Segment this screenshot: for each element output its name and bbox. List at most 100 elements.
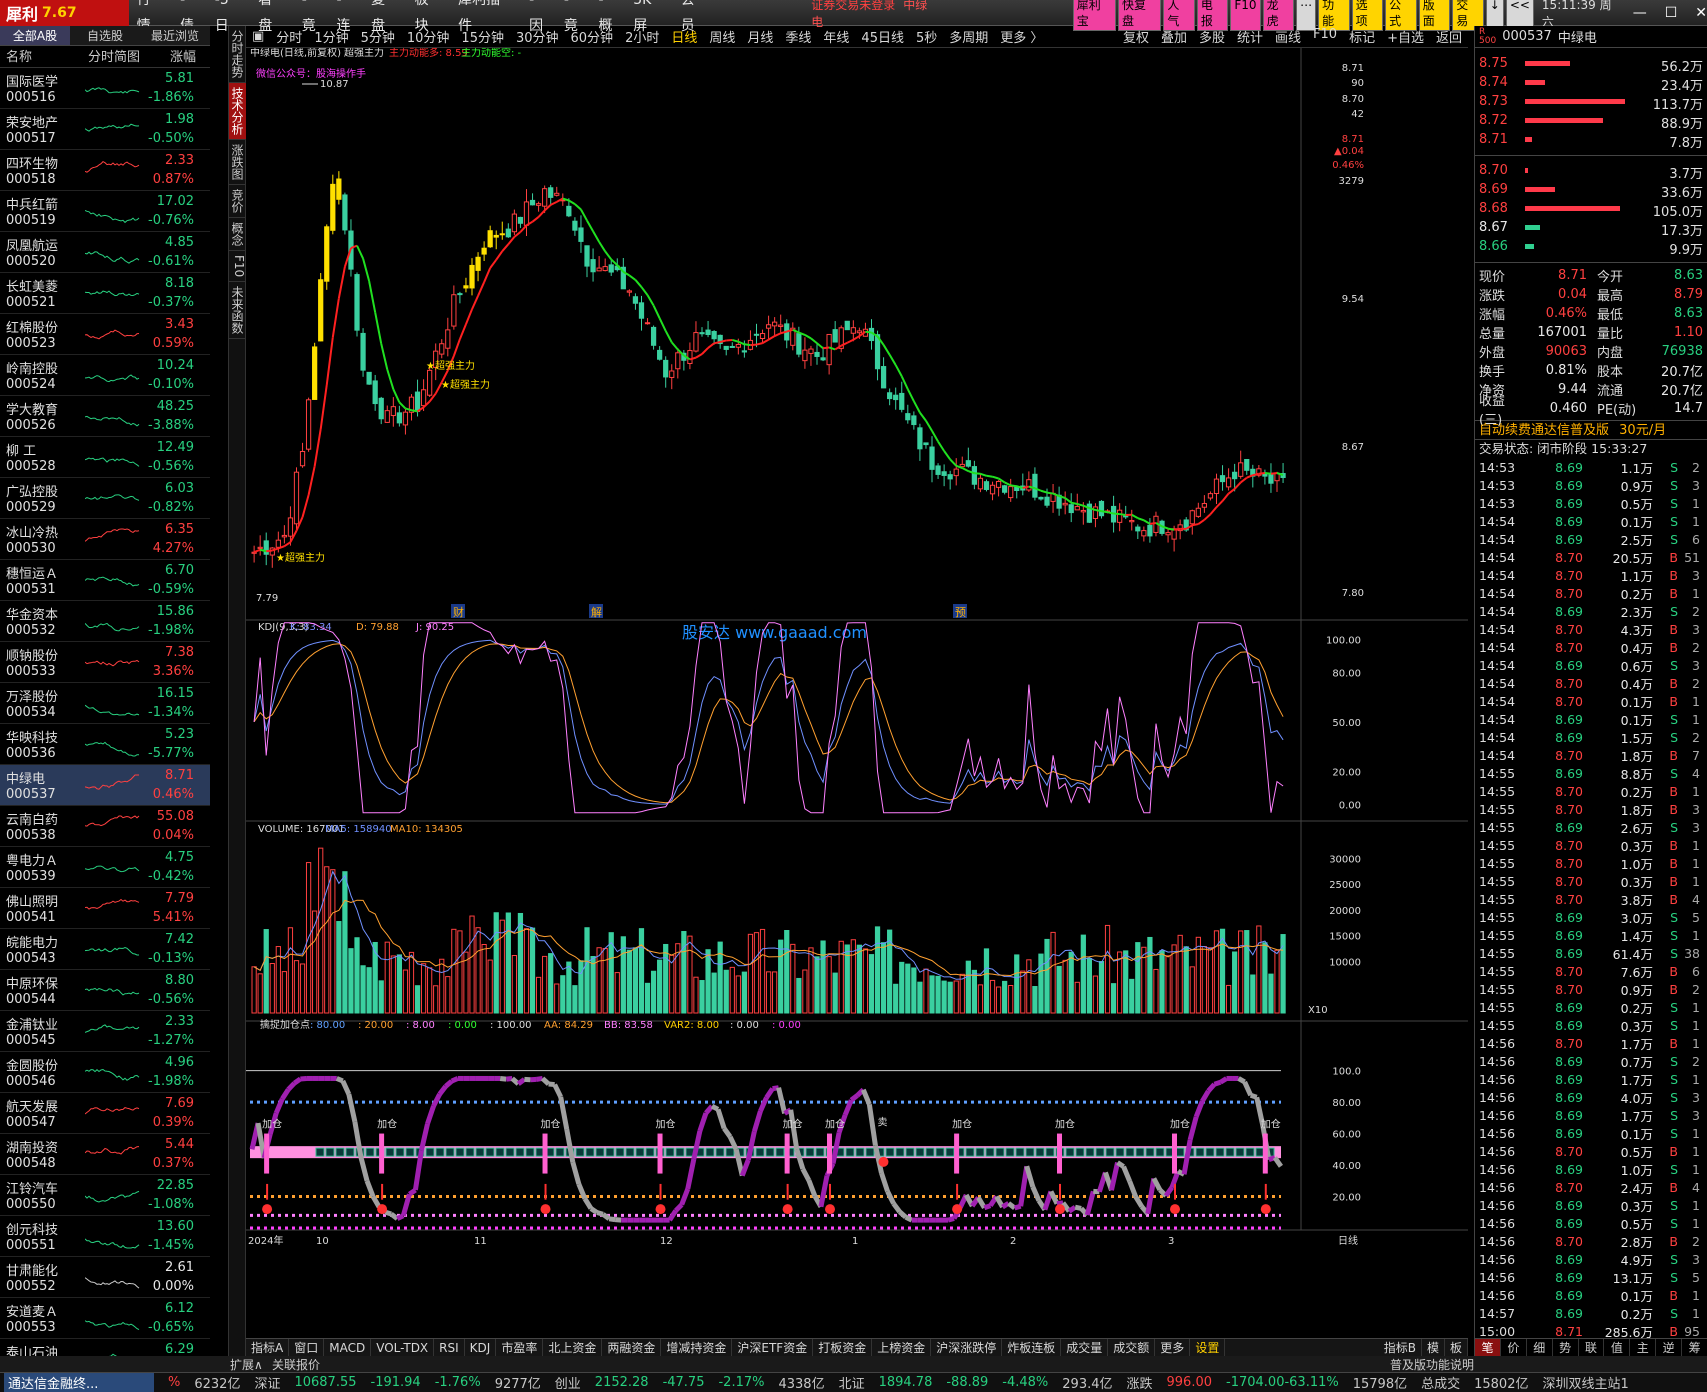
stock-row[interactable]: 冰山冷热 000530 6.35 4.27% bbox=[0, 519, 210, 560]
vtab-4[interactable]: 概念 bbox=[229, 218, 246, 251]
stock-row[interactable]: 荣安地产 000517 1.98 -0.50% bbox=[0, 109, 210, 150]
period-tab-16[interactable]: 更多 〉 bbox=[994, 27, 1049, 46]
bz-label[interactable]: 北证 bbox=[839, 1373, 865, 1392]
stock-row[interactable]: 长虹美菱 000521 8.18 -0.37% bbox=[0, 273, 210, 314]
indicator-tab-8[interactable]: 两融资金 bbox=[602, 1339, 662, 1356]
period-tab-4[interactable]: 15分钟 bbox=[455, 27, 510, 46]
period-tab-13[interactable]: 45日线 bbox=[855, 27, 910, 46]
sell-level[interactable]: 8.75 56.2万 bbox=[1475, 54, 1707, 75]
stock-row[interactable]: 金浦钛业 000545 2.33 -1.27% bbox=[0, 1011, 210, 1052]
indicator-tab-12[interactable]: 上榜资金 bbox=[872, 1339, 932, 1356]
chart-tool-2[interactable]: 多股 bbox=[1193, 27, 1231, 46]
stock-row[interactable]: 红棉股份 000523 3.43 0.59% bbox=[0, 314, 210, 355]
vtab-3[interactable]: 竞价 bbox=[229, 185, 246, 218]
indicator-tab-14[interactable]: 炸板连板 bbox=[1002, 1339, 1062, 1356]
indicator-tab-2[interactable]: MACD bbox=[324, 1339, 372, 1356]
period-tab-3[interactable]: 10分钟 bbox=[401, 27, 456, 46]
maximize-icon[interactable]: ☐ bbox=[1665, 5, 1678, 21]
chart-tool-6[interactable]: 标记 bbox=[1343, 27, 1381, 46]
col-mini[interactable]: 分时简图 bbox=[80, 46, 170, 67]
indicator-tab-10[interactable]: 沪深ETF资金 bbox=[732, 1339, 814, 1356]
indicator-tab-13[interactable]: 沪深涨跌停 bbox=[931, 1339, 1003, 1356]
stock-row[interactable]: 中兵红箭 000519 17.02 -0.76% bbox=[0, 191, 210, 232]
cy-label[interactable]: 创业 bbox=[555, 1373, 581, 1392]
chart-tool-7[interactable]: +自选 bbox=[1381, 27, 1430, 46]
minimize-icon[interactable]: — bbox=[1633, 5, 1647, 21]
chart-tool-1[interactable]: 叠加 bbox=[1155, 27, 1193, 46]
stock-row[interactable]: 华映科技 000536 5.23 -5.77% bbox=[0, 724, 210, 765]
period-tab-15[interactable]: 多周期 bbox=[943, 27, 994, 46]
stock-row[interactable]: 国际医学 000516 5.81 -1.86% bbox=[0, 68, 210, 109]
stock-row[interactable]: 华金资本 000532 15.86 -1.98% bbox=[0, 601, 210, 642]
indicator-tab-0[interactable]: 指标A bbox=[246, 1339, 290, 1356]
chart-area[interactable]: 中绿电(日线,前复权) 超强主力 主力动能多: 8.59主力动能空: - 微信公众号：… bbox=[246, 48, 1468, 1338]
stock-row[interactable]: 江铃汽车 000550 22.85 -1.08% bbox=[0, 1175, 210, 1216]
period-tab-11[interactable]: 季线 bbox=[779, 27, 817, 46]
stock-row[interactable]: 万泽股份 000534 16.15 -1.34% bbox=[0, 683, 210, 724]
server-site[interactable]: 深圳双线主站1 bbox=[1542, 1373, 1628, 1392]
right-tab-3[interactable]: 势 bbox=[1553, 1339, 1579, 1356]
period-tab-1[interactable]: 1分钟 bbox=[308, 27, 354, 46]
period-tab-5[interactable]: 30分钟 bbox=[510, 27, 565, 46]
right-tab-0[interactable]: 笔 bbox=[1475, 1339, 1501, 1356]
stock-row[interactable]: 皖能电力 000543 7.42 -0.13% bbox=[0, 929, 210, 970]
vtab-1[interactable]: 技术分析 bbox=[229, 83, 246, 140]
right-tab-6[interactable]: 主 bbox=[1630, 1339, 1657, 1356]
stock-row[interactable]: 四环生物 000518 2.33 0.87% bbox=[0, 150, 210, 191]
period-tab-10[interactable]: 月线 bbox=[741, 27, 779, 46]
indicator-tab-7[interactable]: 北上资金 bbox=[543, 1339, 603, 1356]
vtab-2[interactable]: 涨跌图 bbox=[229, 140, 246, 185]
sell-level[interactable]: 8.74 23.4万 bbox=[1475, 73, 1707, 94]
stock-row[interactable]: 凤凰航运 000520 4.85 -0.61% bbox=[0, 232, 210, 273]
stock-row[interactable]: 泰山石油0005546.29-0.32% bbox=[0, 1339, 210, 1356]
stock-row[interactable]: 金圆股份 000546 4.96 -1.98% bbox=[0, 1052, 210, 1093]
stock-row[interactable]: 顺钠股份 000533 7.38 3.36% bbox=[0, 642, 210, 683]
indicator-tab-16[interactable]: 成交额 bbox=[1108, 1339, 1156, 1356]
vtab-0[interactable]: 分时走势 bbox=[229, 26, 246, 83]
chart-tool-8[interactable]: 返回 bbox=[1430, 27, 1468, 46]
expand-button[interactable]: 扩展∧ bbox=[230, 1356, 263, 1373]
list-tab-0[interactable]: 全部A股 bbox=[0, 26, 70, 45]
stock-row[interactable]: 穗恒运Ａ 000531 6.70 -0.59% bbox=[0, 560, 210, 601]
indicator-tab-17[interactable]: 更多 bbox=[1155, 1339, 1191, 1356]
buy-level[interactable]: 8.67 17.3万 bbox=[1475, 218, 1707, 239]
period-tab-6[interactable]: 60分钟 bbox=[565, 27, 620, 46]
zd-label[interactable]: 涨跌 bbox=[1127, 1373, 1153, 1392]
related-quote-button[interactable]: 关联报价 bbox=[272, 1356, 320, 1373]
stock-row[interactable]: 云南白药 000538 55.08 0.04% bbox=[0, 806, 210, 847]
stock-row[interactable]: 粤电力Ａ 000539 4.75 -0.42% bbox=[0, 847, 210, 888]
indicator-tab-18[interactable]: 设置 bbox=[1190, 1339, 1226, 1356]
stock-row[interactable]: 岭南控股 000524 10.24 -0.10% bbox=[0, 355, 210, 396]
indicator-tab-3[interactable]: VOL-TDX bbox=[371, 1339, 435, 1356]
ticker[interactable]: 通达信金融终... bbox=[4, 1373, 154, 1392]
sell-level[interactable]: 8.72 88.9万 bbox=[1475, 111, 1707, 132]
buy-level[interactable]: 8.68 105.0万 bbox=[1475, 199, 1707, 220]
buy-level[interactable]: 8.70 3.7万 bbox=[1475, 161, 1707, 182]
indicator-tab-5[interactable]: KDJ bbox=[465, 1339, 497, 1356]
stock-row[interactable]: 甘肃能化 000552 2.61 0.00% bbox=[0, 1257, 210, 1298]
indicator-tab-1[interactable]: 窗口 bbox=[289, 1339, 325, 1356]
chart-tool-5[interactable]: F10 bbox=[1307, 27, 1343, 46]
period-tab-12[interactable]: 年线 bbox=[817, 27, 855, 46]
indicator-tab-15[interactable]: 成交量 bbox=[1061, 1339, 1109, 1356]
stock-row[interactable]: 中原环保 000544 8.80 -0.56% bbox=[0, 970, 210, 1011]
col-name[interactable]: 名称 bbox=[0, 46, 80, 67]
right-tab-7[interactable]: 逆 bbox=[1656, 1339, 1683, 1356]
sell-level[interactable]: 8.71 7.8万 bbox=[1475, 130, 1707, 151]
buy-level[interactable]: 8.66 9.9万 bbox=[1475, 237, 1707, 258]
close-icon[interactable]: ✕ bbox=[1695, 5, 1707, 21]
chart-tool-0[interactable]: 复权 bbox=[1117, 27, 1155, 46]
ad-banner[interactable]: 自动续费通达信普及版 30元/月 bbox=[1475, 420, 1707, 440]
vtab-6[interactable]: 未来函数 bbox=[229, 282, 246, 340]
indicator-tab-11[interactable]: 打板资金 bbox=[813, 1339, 873, 1356]
edition-help[interactable]: 普及版功能说明 bbox=[1390, 1356, 1474, 1373]
right-tab-4[interactable]: 联 bbox=[1579, 1339, 1605, 1356]
list-tab-1[interactable]: 自选股 bbox=[70, 26, 140, 45]
period-tab-9[interactable]: 周线 bbox=[703, 27, 741, 46]
stock-row[interactable]: 柳 工 000528 12.49 -0.56% bbox=[0, 437, 210, 478]
period-tab-8[interactable]: 日线 bbox=[665, 27, 703, 46]
indicator-right-2[interactable]: 板 bbox=[1445, 1339, 1468, 1356]
period-toggle-icon[interactable]: ▣ bbox=[246, 29, 270, 44]
buy-level[interactable]: 8.69 33.6万 bbox=[1475, 180, 1707, 201]
right-tab-8[interactable]: 筹 bbox=[1682, 1339, 1707, 1356]
